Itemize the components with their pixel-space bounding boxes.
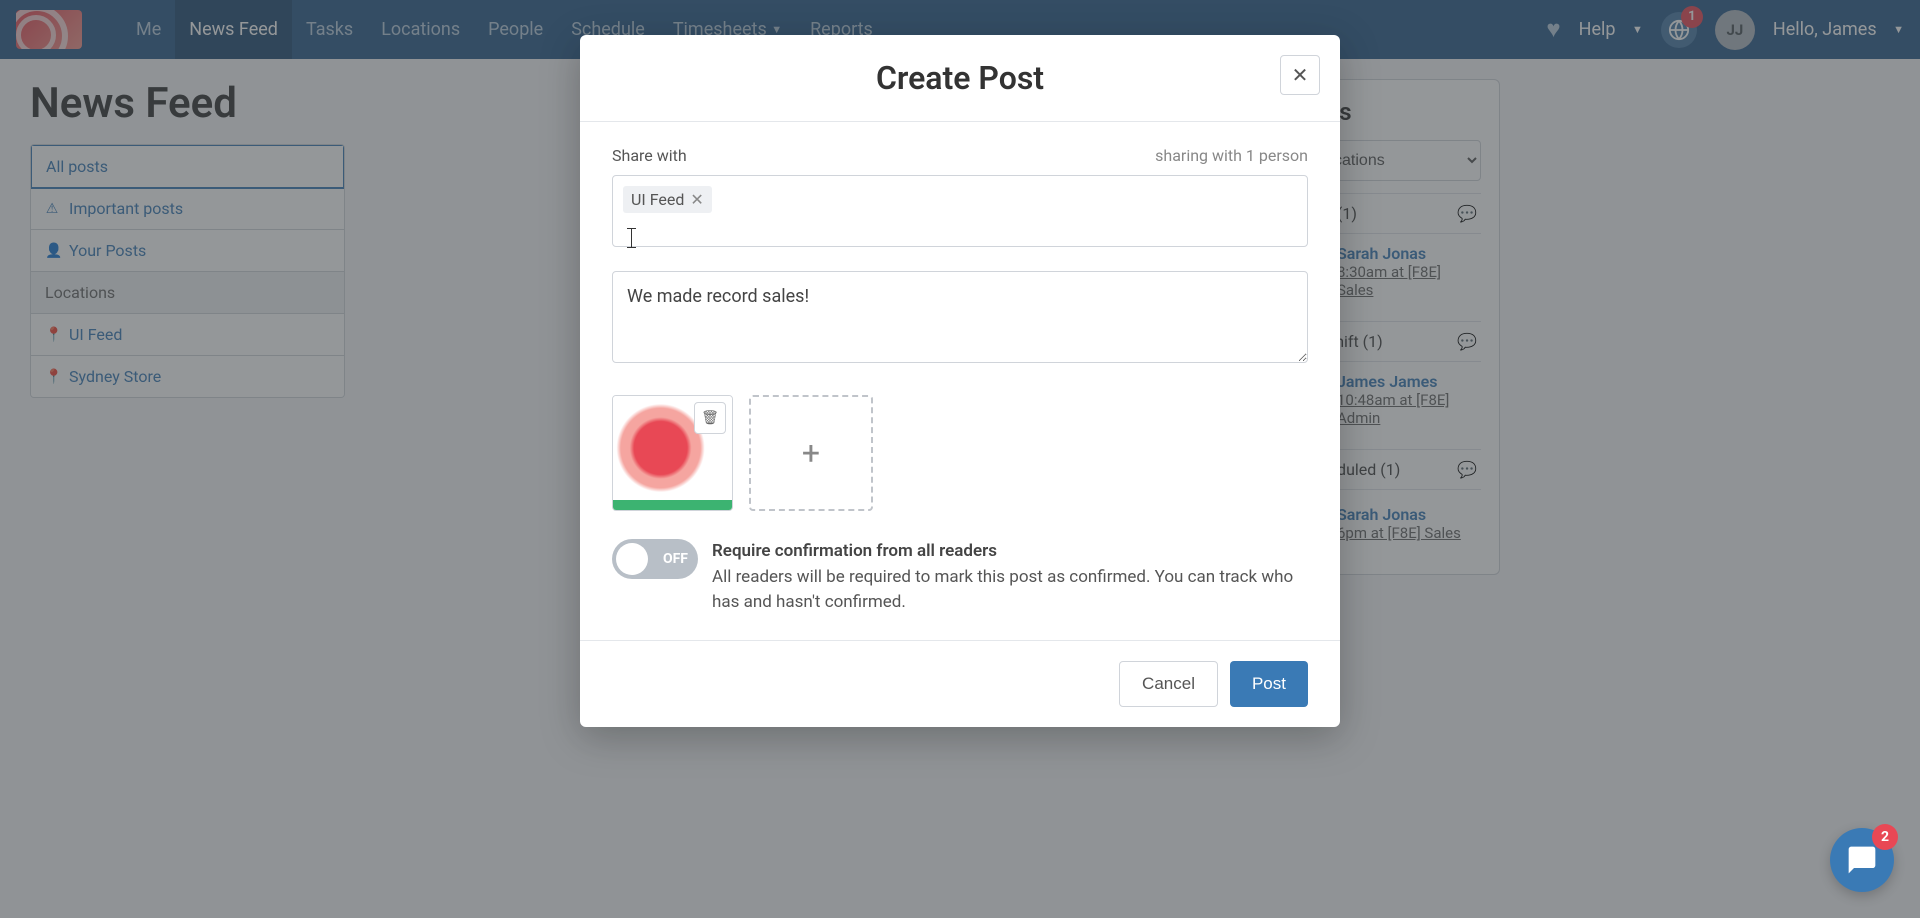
share-count: sharing with 1 person [1155,146,1308,165]
modal-footer: Cancel Post [580,640,1340,727]
add-attachment-button[interactable]: + [749,395,873,511]
delete-attachment-button[interactable]: 🗑 [694,402,726,434]
toggle-state-label: OFF [663,551,688,567]
share-tag: UI Feed ✕ [623,186,712,213]
remove-tag-icon[interactable]: ✕ [690,190,703,209]
close-button[interactable]: ✕ [1280,55,1320,95]
plus-icon: + [802,434,820,472]
create-post-modal: Create Post ✕ Share with sharing with 1 … [580,35,1340,727]
text-cursor [631,228,632,248]
cancel-button[interactable]: Cancel [1119,661,1218,707]
require-confirmation-toggle[interactable]: OFF [612,539,698,579]
share-with-label: Share with [612,146,687,165]
modal-title: Create Post [604,59,1316,97]
post-button[interactable]: Post [1230,661,1308,707]
attachments-row: 🗑 + [612,395,1308,511]
modal-header: Create Post ✕ [580,35,1340,122]
modal-overlay[interactable]: Create Post ✕ Share with sharing with 1 … [0,0,1920,918]
support-chat-button[interactable]: 2 [1830,828,1894,892]
upload-progress-bar [613,500,732,510]
share-with-input[interactable]: UI Feed ✕ [612,175,1308,247]
post-content-textarea[interactable] [612,271,1308,363]
trash-icon: 🗑 [701,410,719,426]
confirm-description: Require confirmation from all readers Al… [712,539,1308,616]
toggle-knob [616,543,648,575]
close-icon: ✕ [1292,63,1309,88]
chat-bubble-icon [1846,844,1878,876]
chat-unread-badge: 2 [1872,824,1898,850]
attachment-thumbnail: 🗑 [612,395,733,511]
